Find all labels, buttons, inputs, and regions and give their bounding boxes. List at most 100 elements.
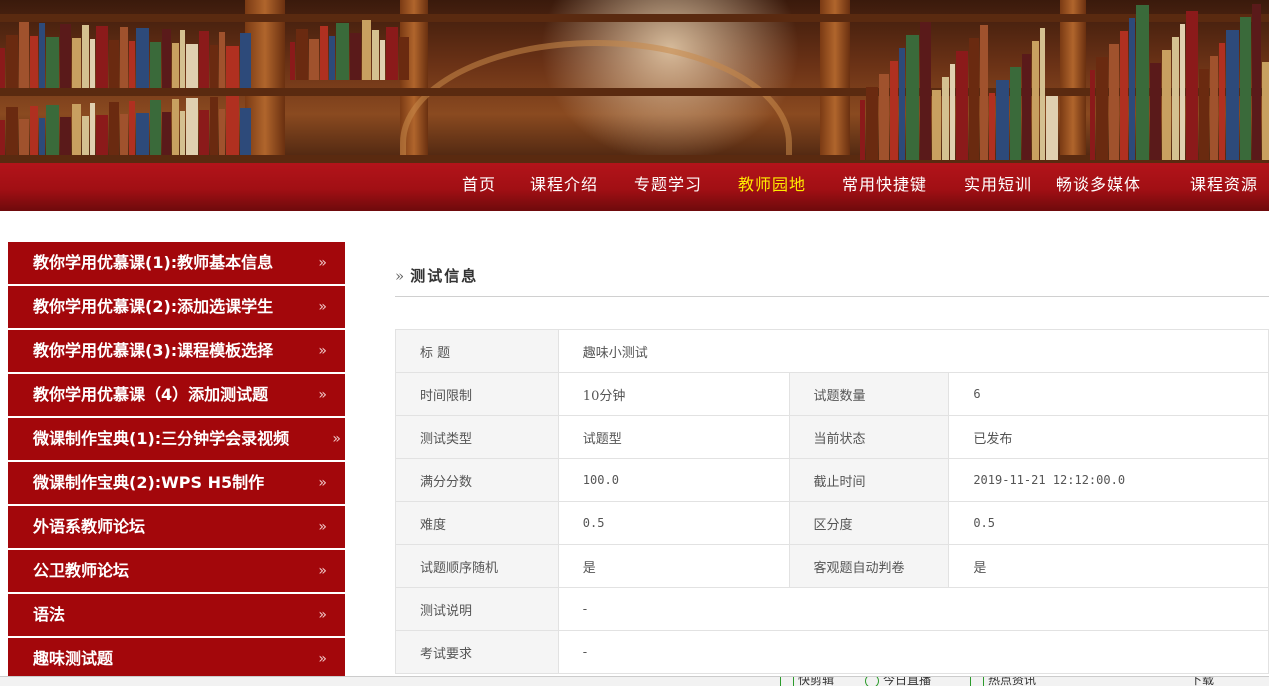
book-spine — [46, 105, 59, 155]
book-spine — [162, 29, 171, 88]
sidebar-item[interactable]: 外语系教师论坛 » — [8, 506, 345, 550]
double-chevron-right-icon: » — [318, 563, 327, 579]
book-spine — [920, 22, 931, 160]
field-value: 已发布 — [948, 415, 1269, 459]
book-spine — [82, 116, 89, 155]
book-spine — [136, 28, 149, 88]
double-chevron-right-icon: » — [318, 519, 327, 535]
book-spine — [109, 40, 119, 88]
book-spine — [956, 51, 968, 160]
nav-item-resources[interactable]: 课程资源 — [1190, 163, 1258, 207]
book-spine — [199, 110, 209, 155]
banner-pillar — [1060, 0, 1086, 163]
banner-pillar — [820, 0, 850, 163]
book-spine — [150, 42, 161, 88]
banner-shelf — [0, 155, 1269, 163]
book-spine — [162, 112, 171, 155]
double-chevron-right-icon: » — [318, 651, 327, 667]
sidebar-item-label: 教你学用优慕课(1):教师基本信息 — [33, 253, 274, 272]
sidebar-item-label: 公卫教师论坛 — [33, 561, 130, 580]
book-spine — [120, 114, 128, 155]
field-value: 0.5 — [557, 501, 790, 545]
book-spine — [1090, 70, 1095, 160]
book-spine — [150, 100, 161, 155]
book-spine — [60, 117, 71, 155]
book-spine — [1252, 4, 1261, 160]
book-spine — [219, 109, 225, 155]
field-value: 2019-11-21 12:12:00.0 — [948, 458, 1269, 502]
book-spine — [1096, 57, 1108, 160]
book-spine — [1199, 69, 1209, 160]
book-spine — [1262, 62, 1269, 160]
book-spine — [380, 40, 385, 80]
book-spine — [1022, 54, 1031, 160]
book-spine — [186, 44, 198, 88]
field-value: - — [557, 587, 1269, 631]
book-spine — [1109, 44, 1119, 160]
book-spine — [336, 23, 349, 80]
book-spine — [1046, 96, 1058, 160]
test-info-table: 标 题 趣味小测试 时间限制 10分钟 试题数量 6 测试类型 试题型 当前状态… — [395, 329, 1269, 674]
book-spine — [60, 24, 71, 88]
sidebar-item-label: 语法 — [33, 605, 66, 624]
sidebar-item-label: 外语系教师论坛 — [33, 517, 146, 536]
book-spine — [39, 118, 45, 155]
book-spine — [82, 25, 89, 88]
banner-books — [860, 20, 1059, 160]
banner-books — [0, 22, 252, 88]
table-row: 满分分数 100.0 截止时间 2019-11-21 12:12:00.0 — [395, 458, 1269, 502]
book-spine — [942, 77, 949, 160]
sidebar-item[interactable]: 教你学用优慕课(1):教师基本信息 » — [8, 242, 345, 286]
field-value: 10分钟 — [557, 372, 790, 416]
header-banner-image — [0, 0, 1269, 163]
book-spine — [1172, 37, 1179, 160]
table-row: 测试类型 试题型 当前状态 已发布 — [395, 415, 1269, 459]
nav-item-course-intro[interactable]: 课程介绍 — [530, 163, 598, 207]
field-label: 客观题自动判卷 — [788, 544, 950, 588]
sidebar-item[interactable]: 教你学用优慕课(3):课程模板选择 » — [8, 330, 345, 374]
nav-item-topic-study[interactable]: 专题学习 — [634, 163, 702, 207]
book-spine — [120, 27, 128, 88]
book-spine — [180, 111, 185, 155]
sidebar-item[interactable]: 微课制作宝典(1):三分钟学会录视频 » — [8, 418, 345, 462]
double-chevron-right-icon: » — [318, 343, 327, 359]
book-spine — [199, 31, 209, 88]
book-spine — [1226, 30, 1239, 160]
book-spine — [72, 104, 81, 155]
field-value: 0.5 — [948, 501, 1269, 545]
table-row: 试题顺序随机 是 客观题自动判卷 是 — [395, 544, 1269, 588]
sidebar-item[interactable]: 公卫教师论坛 » — [8, 550, 345, 594]
nav-item-home[interactable]: 首页 — [462, 163, 496, 207]
sidebar-item-label: 微课制作宝典(1):三分钟学会录视频 — [33, 429, 290, 448]
field-value: - — [557, 630, 1269, 674]
sidebar-item[interactable]: 教你学用优慕课(2):添加选课学生 » — [8, 286, 345, 330]
book-spine — [290, 42, 295, 80]
book-spine — [969, 38, 979, 160]
double-chevron-right-icon: » — [318, 299, 327, 315]
book-spine — [329, 36, 335, 80]
sidebar-item[interactable]: 语法 » — [8, 594, 345, 638]
book-spine — [932, 90, 941, 160]
nav-item-teacher-garden[interactable]: 教师园地 — [738, 163, 806, 207]
sidebar-item-label: 教你学用优慕课(2):添加选课学生 — [33, 297, 274, 316]
sidebar-item[interactable]: 微课制作宝典(2):WPS H5制作 » — [8, 462, 345, 506]
book-spine — [350, 33, 361, 80]
double-chevron-right-icon: » — [318, 255, 327, 271]
book-spine — [1186, 11, 1198, 160]
nav-item-shortcuts[interactable]: 常用快捷键 — [842, 163, 927, 207]
book-spine — [46, 37, 59, 88]
banner-books — [1090, 0, 1269, 160]
sidebar-item[interactable]: 教你学用优慕课（4）添加测试题 » — [8, 374, 345, 418]
book-spine — [386, 27, 398, 80]
field-label: 标 题 — [395, 329, 559, 373]
book-spine — [210, 45, 218, 88]
book-spine — [30, 36, 38, 88]
nav-item-short-training[interactable]: 实用短训 — [964, 163, 1032, 207]
table-row: 时间限制 10分钟 试题数量 6 — [395, 372, 1269, 416]
sidebar-item-label: 微课制作宝典(2):WPS H5制作 — [33, 473, 265, 492]
book-spine — [996, 80, 1009, 160]
book-spine — [1136, 5, 1149, 160]
nav-item-multimedia[interactable]: 畅谈多媒体 — [1056, 163, 1141, 207]
book-spine — [860, 100, 865, 160]
field-label: 区分度 — [788, 501, 950, 545]
